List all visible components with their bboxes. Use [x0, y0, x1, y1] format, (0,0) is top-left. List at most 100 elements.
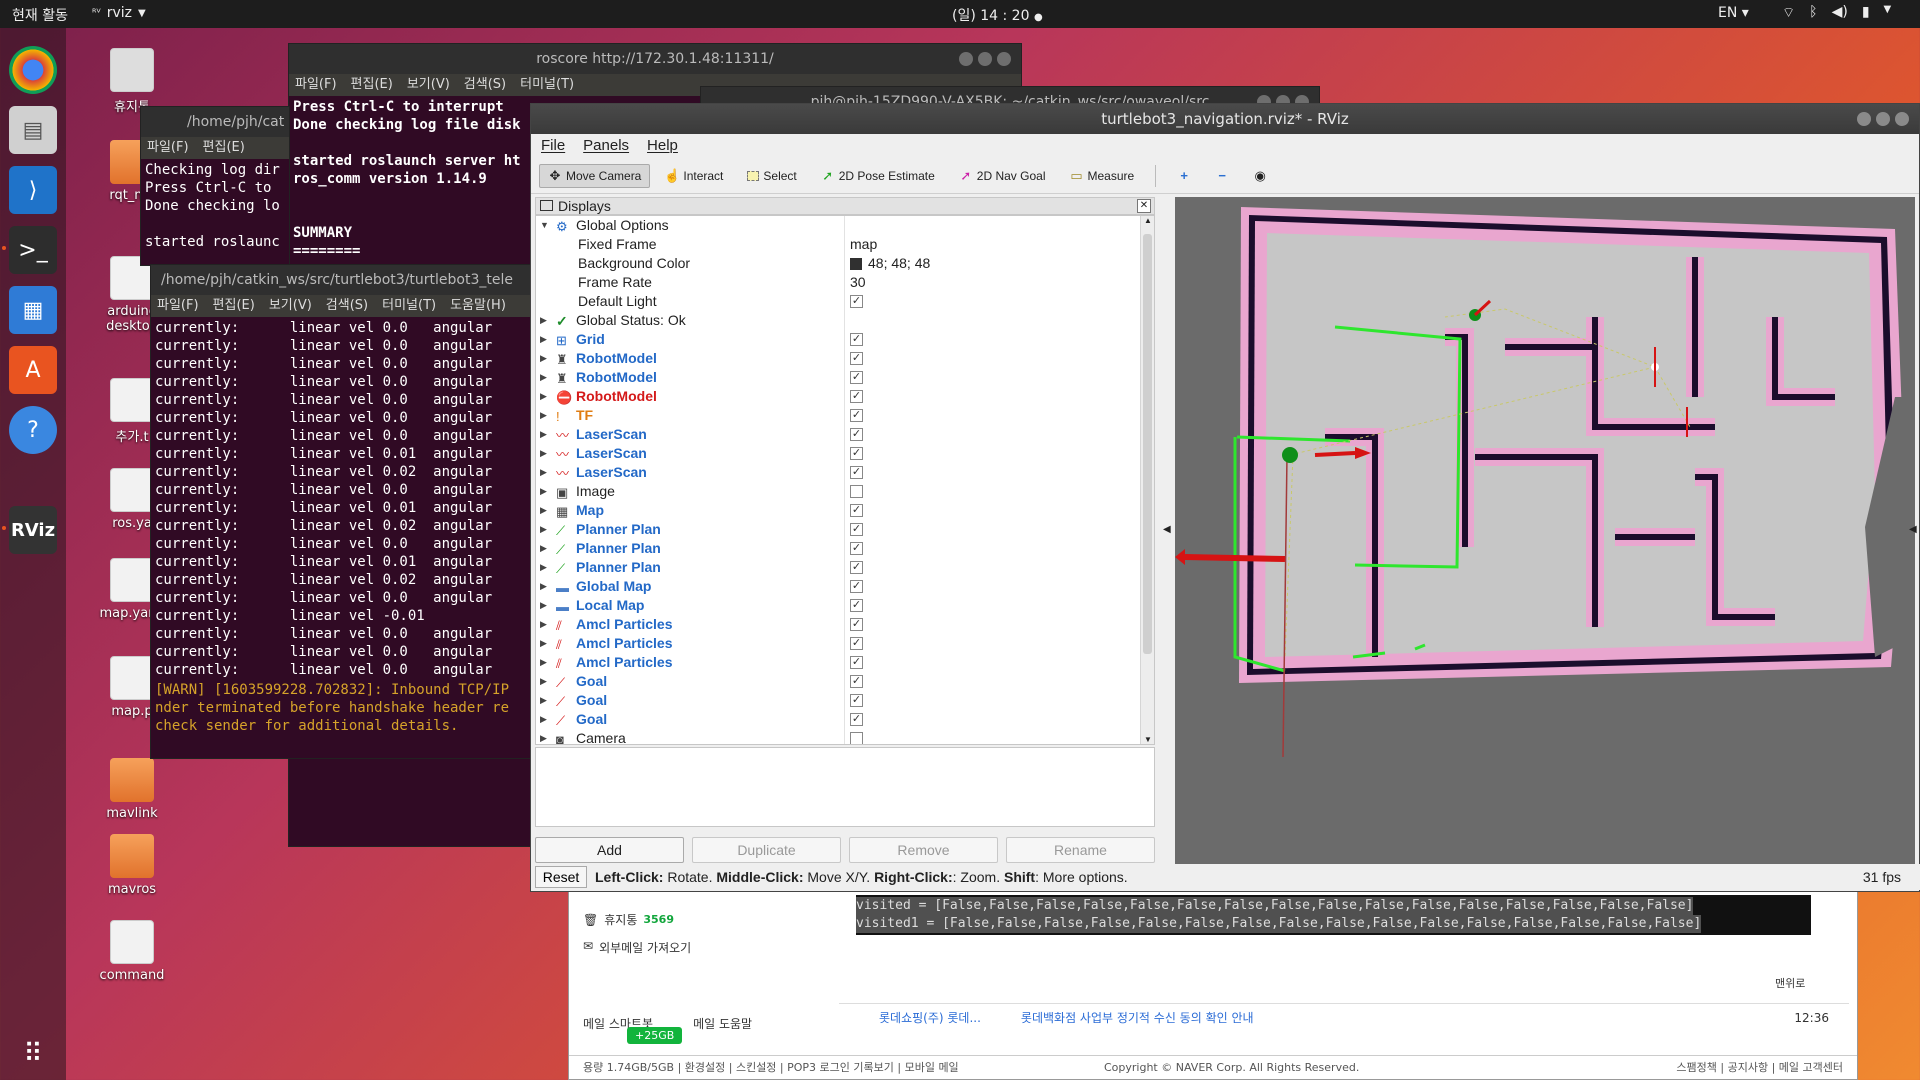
display-enabled-checkbox[interactable]: ✓	[850, 390, 863, 403]
tree-row-display[interactable]: ▶ ⟋ Goal ✓	[536, 691, 1136, 710]
measure-tool[interactable]: ▭ Measure	[1061, 164, 1144, 188]
display-enabled-checkbox[interactable]	[850, 732, 863, 744]
system-tray[interactable]: ⌔ ᛒ ◀) ▮ ▼	[1782, 4, 1891, 22]
terminal-log[interactable]: /home/pjh/cat 파일(F) 편집(E) Checking log d…	[140, 106, 290, 266]
tree-row-display[interactable]: ▶ 〰 LaserScan ✓	[536, 444, 1136, 463]
menu-edit[interactable]: 편집(E)	[203, 137, 245, 159]
fixed-frame-value[interactable]: map	[850, 235, 877, 254]
scroll-thumb[interactable]	[1143, 234, 1152, 654]
app-grid-icon[interactable]: ⠿	[9, 1030, 57, 1078]
display-enabled-checkbox[interactable]: ✓	[850, 447, 863, 460]
tree-scrollbar[interactable]: ▲ ▼	[1140, 216, 1154, 744]
tree-row-display[interactable]: ▶ ⟋ Goal ✓	[536, 710, 1136, 729]
expand-right-icon[interactable]: ▶	[540, 463, 552, 482]
writer-icon[interactable]: ▦	[9, 286, 57, 334]
window-controls[interactable]	[1857, 112, 1909, 126]
help-icon[interactable]: ?	[9, 406, 57, 454]
activities-button[interactable]: 현재 활동	[12, 5, 68, 25]
collapse-left-icon[interactable]: ◀	[1163, 524, 1171, 535]
rviz-icon[interactable]: RViz	[9, 506, 57, 554]
menu-file[interactable]: File	[541, 134, 565, 158]
tree-row-display[interactable]: ▶ ▬ Local Map ✓	[536, 596, 1136, 615]
window-titlebar[interactable]: turtlebot3_navigation.rviz* - RViz	[531, 104, 1919, 134]
display-enabled-checkbox[interactable]: ✓	[850, 542, 863, 555]
maximize-icon[interactable]	[1876, 112, 1890, 126]
display-enabled-checkbox[interactable]: ✓	[850, 675, 863, 688]
terminal-icon[interactable]: >_	[9, 226, 57, 274]
expand-right-icon[interactable]: ▶	[540, 501, 552, 520]
add-button[interactable]: Add	[535, 837, 684, 863]
expand-right-icon[interactable]: ▶	[540, 330, 552, 349]
reset-button[interactable]: Reset	[535, 866, 587, 888]
expand-right-icon[interactable]: ▶	[540, 672, 552, 691]
close-icon[interactable]: ✕	[1137, 199, 1151, 213]
expand-right-icon[interactable]: ▶	[540, 558, 552, 577]
close-icon[interactable]	[997, 52, 1011, 66]
tree-row-display[interactable]: ▶ 〰 LaserScan ✓	[536, 425, 1136, 444]
tree-row-display[interactable]: ▶ ♜ RobotModel ✓	[536, 368, 1136, 387]
menu-terminal[interactable]: 터미널(T)	[382, 295, 436, 317]
move-camera-tool[interactable]: ✥ Move Camera	[539, 163, 651, 188]
tree-row-display[interactable]: ▶ ▣ Image	[536, 482, 1136, 501]
window-controls[interactable]	[959, 52, 1011, 66]
expand-right-icon[interactable]: ▶	[540, 710, 552, 729]
expand-right-icon[interactable]: ▶	[540, 729, 552, 744]
footer-links[interactable]: 용량 1.74GB/5GB | 환경설정 | 스킨설정 | POP3 로그인 기…	[583, 1056, 959, 1080]
menu-terminal[interactable]: 터미널(T)	[520, 74, 574, 96]
files-icon[interactable]: ▤	[9, 106, 57, 154]
minimize-icon[interactable]	[959, 52, 973, 66]
mail-help-link[interactable]: 메일 도움말	[693, 1015, 752, 1032]
background-color-value[interactable]: 48; 48; 48	[868, 254, 930, 273]
menu-search[interactable]: 검색(S)	[326, 295, 368, 317]
displays-tree[interactable]: ▼ ⚙ Global Options Fixed Frame map Backg…	[535, 215, 1155, 745]
chrome-icon[interactable]	[9, 46, 57, 94]
expand-right-icon[interactable]: ▶	[540, 539, 552, 558]
display-enabled-checkbox[interactable]: ✓	[850, 599, 863, 612]
select-tool[interactable]: Select	[738, 164, 805, 188]
expand-right-icon[interactable]: ▶	[540, 653, 552, 672]
expand-right-icon[interactable]: ▶	[540, 577, 552, 596]
menu-help[interactable]: 도움말(H)	[450, 295, 506, 317]
tree-row-display[interactable]: ▶ ⟋ Planner Plan ✓	[536, 558, 1136, 577]
interact-tool[interactable]: ☝ Interact	[656, 164, 732, 188]
display-enabled-checkbox[interactable]: ✓	[850, 466, 863, 479]
tree-row-display[interactable]: ▶ ▬ Global Map ✓	[536, 577, 1136, 596]
software-icon[interactable]: A	[9, 346, 57, 394]
display-enabled-checkbox[interactable]: ✓	[850, 352, 863, 365]
display-enabled-checkbox[interactable]: ✓	[850, 504, 863, 517]
clock[interactable]: (일) 14 : 20 ●	[952, 5, 1043, 25]
3d-viewport[interactable]	[1175, 197, 1915, 867]
menu-search[interactable]: 검색(S)	[464, 74, 506, 96]
color-swatch[interactable]	[850, 258, 862, 270]
remove-button[interactable]: Remove	[849, 837, 998, 863]
expand-right-icon[interactable]: ▶	[540, 425, 552, 444]
window-titlebar[interactable]: /home/pjh/cat	[141, 107, 289, 137]
tree-row-frame-rate[interactable]: Frame Rate 30	[536, 273, 1136, 292]
tree-row-display[interactable]: ▶ 〰 LaserScan ✓	[536, 463, 1136, 482]
expand-right-icon[interactable]: ▶	[540, 368, 552, 387]
app-menu[interactable]: ᴿⱽ rviz ▼	[92, 5, 146, 21]
duplicate-button[interactable]: Duplicate	[692, 837, 841, 863]
menu-view[interactable]: 보기(V)	[269, 295, 312, 317]
tree-row-display[interactable]: ▶ ⛔ RobotModel ✓	[536, 387, 1136, 406]
tree-row-fixed-frame[interactable]: Fixed Frame map	[536, 235, 1136, 254]
display-enabled-checkbox[interactable]: ✓	[850, 656, 863, 669]
display-enabled-checkbox[interactable]: ✓	[850, 637, 863, 650]
expand-right-icon[interactable]: ▶	[540, 444, 552, 463]
maximize-icon[interactable]	[978, 52, 992, 66]
tree-row-display[interactable]: ▶ ⟋ Planner Plan ✓	[536, 539, 1136, 558]
scroll-top-link[interactable]: 맨위로	[1775, 975, 1805, 991]
scroll-up-icon[interactable]: ▲	[1144, 216, 1152, 225]
expand-right-icon[interactable]: ▶	[540, 691, 552, 710]
tree-row-display[interactable]: ▶ ⟋ Planner Plan ✓	[536, 520, 1136, 539]
expand-right-icon[interactable]: ▶	[540, 634, 552, 653]
expand-right-icon[interactable]: ▶	[540, 520, 552, 539]
nav-goal-tool[interactable]: ➚ 2D Nav Goal	[950, 164, 1055, 188]
mail-fetch-external[interactable]: ✉ 외부메일 가져오기	[583, 939, 691, 956]
desktop-icon-mavros[interactable]: mavros	[87, 834, 177, 897]
window-titlebar[interactable]: roscore http://172.30.1.48:11311/	[289, 44, 1021, 74]
tree-row-display[interactable]: ▶ ⫽ Amcl Particles ✓	[536, 615, 1136, 634]
tree-row-background-color[interactable]: Background Color 48; 48; 48	[536, 254, 1136, 273]
tree-row-default-light[interactable]: Default Light ✓	[536, 292, 1136, 311]
expand-right-icon[interactable]: ▶	[540, 311, 552, 330]
